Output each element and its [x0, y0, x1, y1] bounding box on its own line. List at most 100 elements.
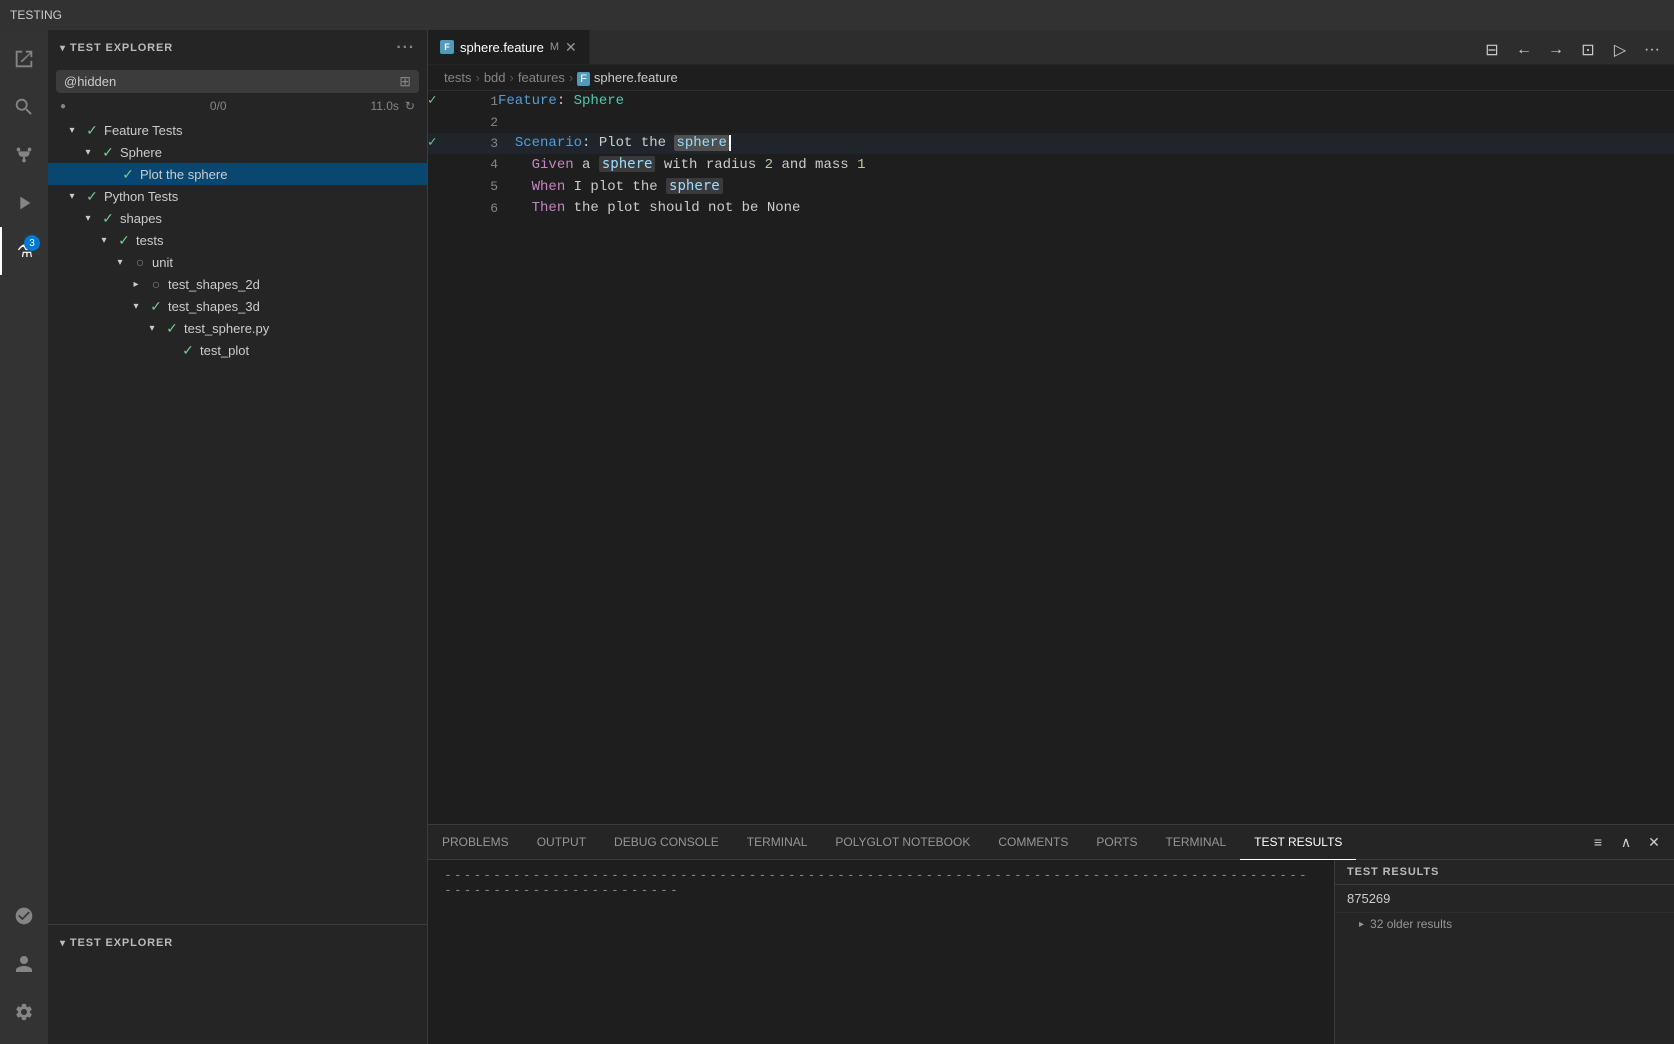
- gutter-4: [428, 154, 448, 176]
- stats-row: ● 0/0 11.0s ↻: [48, 97, 427, 115]
- chevron-tests[interactable]: [96, 232, 112, 248]
- run-tab-icon[interactable]: ▷: [1606, 36, 1634, 64]
- search-activity-icon[interactable]: [0, 83, 48, 131]
- chevron-test-sphere-py[interactable]: [144, 320, 160, 336]
- source-control-activity-icon[interactable]: [0, 131, 48, 179]
- tab-polyglot-notebook[interactable]: POLYGLOT NOTEBOOK: [821, 825, 984, 860]
- tab-terminal[interactable]: TERMINAL: [733, 825, 822, 860]
- label-test-sphere-py: test_sphere.py: [184, 321, 269, 336]
- tree-item-content: ✓ Sphere: [56, 144, 419, 160]
- layout-icon[interactable]: ⊟: [1478, 36, 1506, 64]
- activity-bottom: [0, 892, 48, 1044]
- cursor: [729, 135, 739, 151]
- tab-sphere-feature[interactable]: F sphere.feature M ✕: [428, 30, 590, 64]
- filter-icon[interactable]: ⊞: [399, 73, 411, 90]
- chevron-test-shapes-2d[interactable]: [128, 276, 144, 292]
- tree-item-plot-the-sphere[interactable]: ✓ Plot the sphere ▷ ⚡ ⊡: [48, 163, 427, 185]
- tree-item-sphere[interactable]: ✓ Sphere: [48, 141, 427, 163]
- token-when: When: [532, 179, 566, 195]
- tree-item-test-plot[interactable]: ✓ test_plot: [48, 339, 427, 361]
- tree-item-test-shapes-3d[interactable]: ✓ test_shapes_3d: [48, 295, 427, 317]
- dashes: ----------------------------------------…: [444, 868, 1309, 898]
- back-icon[interactable]: ←: [1510, 36, 1538, 64]
- split-icon[interactable]: ⊡: [1574, 36, 1602, 64]
- panel-up-icon[interactable]: ∧: [1614, 830, 1638, 854]
- sidebar-header: ▾ TEST EXPLORER ···: [48, 30, 427, 66]
- sidebar-collapse-icon[interactable]: ▾: [60, 43, 66, 54]
- panel-tabs: PROBLEMS OUTPUT DEBUG CONSOLE TERMINAL P…: [428, 825, 1674, 860]
- token-sphere-code-4: sphere: [599, 156, 656, 172]
- code-content-2: [498, 112, 1674, 133]
- testing-activity-icon[interactable]: ⚗ 3: [0, 227, 48, 275]
- explorer-activity-icon[interactable]: [0, 35, 48, 83]
- test-results-sidebar: TEST RESULTS 875269 ▸ 32 older results: [1334, 860, 1674, 1044]
- breadcrumb-bdd[interactable]: bdd: [484, 70, 506, 85]
- label-feature-tests: Feature Tests: [104, 123, 183, 138]
- line-status-1: ✓: [428, 93, 436, 109]
- panel-tab-actions: ≡ ∧ ✕: [1578, 830, 1674, 854]
- panel-close-icon[interactable]: ✕: [1642, 830, 1666, 854]
- token-indent-5: [498, 179, 532, 195]
- breadcrumb-file[interactable]: Fsphere.feature: [577, 70, 678, 85]
- status-test-shapes-3d: ✓: [148, 298, 164, 314]
- sidebar-title: TEST EXPLORER: [70, 42, 173, 54]
- sidebar-more-icon[interactable]: ···: [396, 39, 415, 57]
- tab-output[interactable]: OUTPUT: [523, 825, 600, 860]
- panel-list-icon[interactable]: ≡: [1586, 830, 1610, 854]
- forward-icon[interactable]: →: [1542, 36, 1570, 64]
- breadcrumb-features[interactable]: features: [518, 70, 565, 85]
- label-unit: unit: [152, 255, 173, 270]
- tree-item-test-shapes-2d[interactable]: ○ test_shapes_2d: [48, 273, 427, 295]
- activity-bar: ⚗ 3: [0, 30, 48, 1044]
- tab-feature-icon: F: [440, 40, 454, 54]
- remote-activity-icon[interactable]: [0, 892, 48, 940]
- tree-item-content: ✓ Python Tests: [56, 188, 419, 204]
- tree-item-python-tests[interactable]: ✓ Python Tests: [48, 185, 427, 207]
- sidebar-bottom-header: ▾ TEST EXPLORER: [48, 925, 427, 961]
- chevron-sphere[interactable]: [80, 144, 96, 160]
- breadcrumb-tests[interactable]: tests: [444, 70, 471, 85]
- tab-ports[interactable]: PORTS: [1082, 825, 1151, 860]
- sidebar-header-actions: ···: [396, 39, 415, 57]
- tree-item-unit[interactable]: ○ unit: [48, 251, 427, 273]
- more-tab-icon[interactable]: ···: [1638, 36, 1666, 64]
- account-activity-icon[interactable]: [0, 940, 48, 988]
- panel-main: ----------------------------------------…: [428, 860, 1334, 1044]
- status-test-sphere-py: ✓: [164, 320, 180, 336]
- tree-item-tests[interactable]: ✓ tests: [48, 229, 427, 251]
- tree-item-test-sphere-py[interactable]: ✓ test_sphere.py: [48, 317, 427, 339]
- tab-test-results[interactable]: TEST RESULTS: [1240, 825, 1356, 860]
- breadcrumb-sep-1: ›: [475, 70, 479, 85]
- status-unit: ○: [132, 254, 148, 270]
- refresh-icon[interactable]: ↻: [405, 99, 415, 113]
- tab-terminal-2[interactable]: TERMINAL: [1151, 825, 1240, 860]
- tree-item-shapes[interactable]: ✓ shapes: [48, 207, 427, 229]
- tab-comments[interactable]: COMMENTS: [984, 825, 1082, 860]
- test-result-id: 875269: [1335, 885, 1674, 913]
- run-activity-icon[interactable]: [0, 179, 48, 227]
- label-shapes: shapes: [120, 211, 162, 226]
- chevron-python-tests[interactable]: [64, 188, 80, 204]
- line-status-3: ✓: [428, 135, 436, 151]
- code-editor[interactable]: ✓ 1 Feature: Sphere 2: [428, 91, 1674, 824]
- test-result-older[interactable]: ▸ 32 older results: [1335, 913, 1674, 935]
- tab-problems[interactable]: PROBLEMS: [428, 825, 523, 860]
- tree-item-content: ○ unit: [56, 254, 419, 270]
- chevron-unit[interactable]: [112, 254, 128, 270]
- sidebar-bottom-collapse-icon[interactable]: ▾: [60, 938, 66, 949]
- chevron-shapes[interactable]: [80, 210, 96, 226]
- token-scenario: Scenario: [515, 135, 582, 151]
- sidebar-bottom-title: TEST EXPLORER: [70, 937, 173, 949]
- search-input[interactable]: [64, 74, 395, 89]
- token-and: and mass: [773, 157, 857, 173]
- settings-activity-icon[interactable]: [0, 988, 48, 1036]
- token-given: Given: [532, 157, 574, 173]
- tab-close-btn[interactable]: ✕: [565, 39, 577, 56]
- tree-item-feature-tests[interactable]: ✓ Feature Tests: [48, 119, 427, 141]
- bottom-panel: PROBLEMS OUTPUT DEBUG CONSOLE TERMINAL P…: [428, 824, 1674, 1044]
- chevron-test-shapes-3d[interactable]: [128, 298, 144, 314]
- gutter-3: ✓: [428, 133, 448, 154]
- tab-debug-console[interactable]: DEBUG CONSOLE: [600, 825, 733, 860]
- chevron-feature-tests[interactable]: [64, 122, 80, 138]
- tree-item-content: ✓ Plot the sphere: [56, 166, 419, 182]
